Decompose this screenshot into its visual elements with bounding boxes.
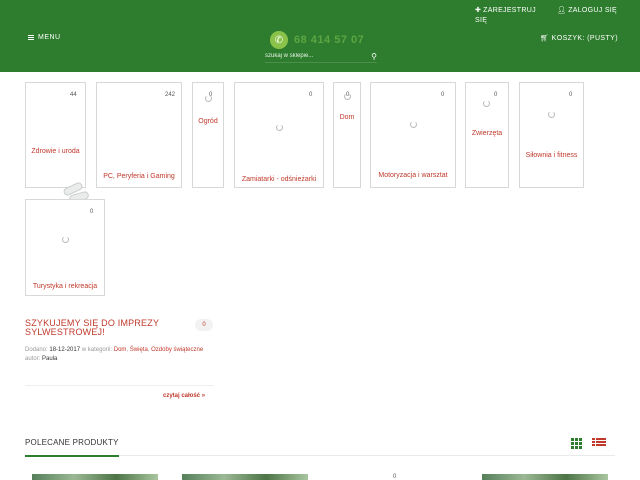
comments-badge: 0 bbox=[195, 319, 213, 331]
category-tile[interactable]: 0 Dom bbox=[333, 82, 361, 188]
post-category-link[interactable]: Ozdoby świąteczne bbox=[151, 347, 203, 353]
loading-spinner-icon bbox=[483, 100, 490, 107]
read-more-link[interactable]: czytaj całość » bbox=[163, 393, 205, 399]
category-name[interactable]: PC, Peryferia i Gaming bbox=[97, 173, 181, 180]
featured-products-title: POLECANE PRODUKTY bbox=[25, 438, 119, 447]
category-count: 0 bbox=[309, 92, 313, 98]
product-badge: 0 bbox=[393, 474, 397, 480]
category-tile[interactable]: 0 Zamiatarki - odśnieżarki bbox=[234, 82, 324, 188]
category-name[interactable]: Turystyka i rekreacja bbox=[26, 283, 104, 290]
login-link[interactable]: 👤︎ ZALOGUJ SIĘ bbox=[557, 6, 617, 16]
menu-label: MENU bbox=[38, 34, 61, 41]
product-image[interactable] bbox=[32, 474, 158, 480]
post-date: 18-12-2017 bbox=[49, 347, 81, 353]
category-count: 0 bbox=[209, 92, 213, 98]
loading-spinner-icon bbox=[62, 236, 69, 243]
category-name[interactable]: Ogród bbox=[193, 118, 223, 125]
loading-spinner-icon bbox=[548, 111, 555, 118]
section-divider bbox=[25, 455, 615, 457]
plus-icon: ✚ bbox=[475, 7, 482, 14]
category-count: 0 bbox=[90, 209, 94, 215]
cart-link[interactable]: 🛒︎ KOSZYK: (PUSTY) bbox=[540, 34, 618, 42]
blog-post-title[interactable]: SZYKUJEMY SIĘ DO IMPREZY SYLWESTROWEJ! bbox=[25, 319, 190, 337]
category-tile[interactable]: 0 Siłownia i fitness bbox=[519, 82, 584, 188]
category-count: 0 bbox=[494, 92, 498, 98]
category-tile[interactable]: 0 Turystyka i rekreacja bbox=[25, 199, 105, 296]
search-icon[interactable]: ⚲ bbox=[367, 52, 377, 61]
category-count: 0 bbox=[441, 92, 445, 98]
phone-icon: ✆ bbox=[270, 31, 288, 49]
header-bar: MENU ✚ ZAREJESTRUJ SIĘ 👤︎ ZALOGUJ SIĘ ✆ 68… bbox=[0, 0, 640, 72]
category-tile[interactable]: 44 Zdrowie i uroda bbox=[25, 82, 90, 204]
category-tile[interactable]: 0 Motoryzacja i warsztat bbox=[370, 82, 456, 188]
search-input[interactable] bbox=[265, 53, 367, 59]
post-author: Paula bbox=[42, 356, 58, 362]
phone-contact: ✆ 68 414 57 07 bbox=[270, 31, 364, 49]
user-icon: 👤︎ bbox=[557, 7, 567, 14]
divider bbox=[25, 385, 214, 386]
post-category-link[interactable]: Dom bbox=[114, 347, 127, 353]
category-tile[interactable]: 0 Zwierzęta bbox=[465, 82, 509, 188]
loading-spinner-icon bbox=[276, 124, 283, 131]
blog-post-meta: Dodano: 18-12-2017 w kategorii: Dom, Świ… bbox=[25, 347, 204, 362]
list-view-icon[interactable] bbox=[592, 438, 606, 449]
category-name[interactable]: Zdrowie i uroda bbox=[26, 148, 85, 155]
hamburger-icon bbox=[28, 34, 34, 41]
category-tile[interactable]: 0 Ogród bbox=[192, 82, 224, 188]
category-name[interactable]: Siłownia i fitness bbox=[520, 152, 583, 159]
post-category-link[interactable]: Święta bbox=[130, 347, 148, 353]
category-name[interactable]: Zamiatarki - odśnieżarki bbox=[235, 176, 323, 183]
register-label: ZAREJESTRUJ SIĘ bbox=[475, 7, 536, 24]
category-tile[interactable]: 242 PC, Peryferia i Gaming bbox=[96, 82, 182, 188]
grid-view-icon[interactable] bbox=[571, 438, 584, 449]
category-count: 0 bbox=[346, 92, 350, 98]
basket-icon: 🛒︎ bbox=[540, 35, 550, 42]
loading-spinner-icon bbox=[410, 121, 417, 128]
category-name[interactable]: Motoryzacja i warsztat bbox=[371, 172, 455, 179]
category-count: 44 bbox=[70, 92, 77, 98]
search-box: ⚲ bbox=[265, 50, 377, 63]
phone-number: 68 414 57 07 bbox=[294, 34, 365, 46]
category-name[interactable]: Dom bbox=[334, 114, 360, 121]
cart-label: KOSZYK: (PUSTY) bbox=[551, 35, 618, 42]
category-name[interactable]: Zwierzęta bbox=[466, 130, 508, 137]
author-label: autor: bbox=[25, 356, 41, 362]
category-count: 242 bbox=[165, 92, 176, 98]
added-label: Dodano: bbox=[25, 347, 48, 353]
product-image[interactable] bbox=[482, 474, 608, 480]
menu-button[interactable]: MENU bbox=[28, 34, 61, 41]
product-image[interactable] bbox=[182, 474, 308, 480]
register-link[interactable]: ✚ ZAREJESTRUJ SIĘ bbox=[475, 6, 545, 26]
login-label: ZALOGUJ SIĘ bbox=[568, 7, 617, 14]
category-count: 0 bbox=[569, 92, 573, 98]
in-category-label: w kategorii: bbox=[81, 347, 113, 353]
